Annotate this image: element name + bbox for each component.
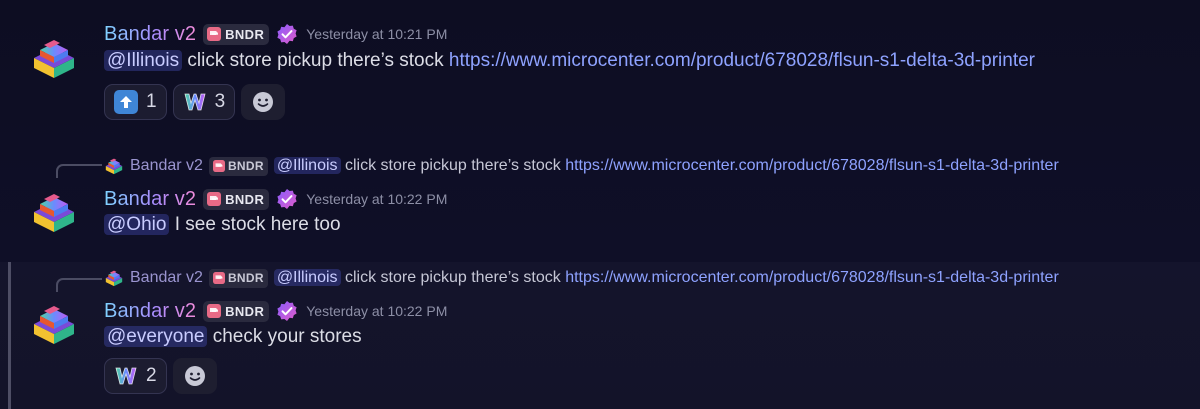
server-tag[interactable]: BNDR — [203, 300, 270, 322]
tag-icon — [207, 27, 221, 41]
w-logo-emoji-icon — [114, 364, 138, 388]
message-text: check your stores — [207, 326, 362, 347]
user-mention[interactable]: @Illinois — [104, 50, 183, 71]
message-text: click store pickup there’s stock — [182, 50, 449, 71]
reply-reference[interactable]: Bandar v2 BNDR @Illinois click store pic… — [104, 266, 1059, 290]
reply-tag-label: BNDR — [227, 159, 264, 173]
reply-link: https://www.microcenter.com/product/6780… — [565, 157, 1059, 174]
reply-avatar — [104, 269, 124, 287]
timestamp[interactable]: Yesterday at 10:21 PM — [306, 26, 447, 42]
tag-label: BNDR — [225, 303, 265, 319]
timestamp[interactable]: Yesterday at 10:22 PM — [306, 303, 447, 319]
reply-text: click store pickup there’s stock — [340, 157, 566, 174]
message-header: Bandar v2 BNDR Yesterday at 10:22 PM — [104, 298, 447, 324]
reaction-up-arrow[interactable]: 1 — [104, 84, 167, 120]
server-tag[interactable]: BNDR — [203, 188, 270, 210]
reply-text: click store pickup there’s stock — [340, 269, 566, 286]
reply-connector — [56, 164, 102, 178]
user-mention[interactable]: @Ohio — [104, 214, 170, 235]
author-avatar[interactable] — [30, 36, 78, 80]
add-reaction-button[interactable] — [241, 84, 286, 120]
reaction-count: 1 — [146, 91, 157, 112]
message-content: @Ohio I see stock here too — [104, 214, 341, 236]
timestamp[interactable]: Yesterday at 10:22 PM — [306, 191, 447, 207]
verified-badge-icon[interactable] — [276, 188, 298, 210]
tag-icon — [213, 160, 225, 172]
reaction-count: 2 — [146, 365, 157, 386]
message-link[interactable]: https://www.microcenter.com/product/6780… — [449, 50, 1035, 71]
author-name[interactable]: Bandar v2 — [104, 23, 196, 46]
smiley-icon — [251, 90, 275, 114]
reply-mention: @Illinois — [273, 269, 341, 286]
message-text: I see stock here too — [169, 214, 341, 235]
reactions-bar: 2 — [104, 358, 217, 394]
reply-tag-label: BNDR — [227, 271, 264, 285]
reply-link: https://www.microcenter.com/product/6780… — [565, 269, 1059, 286]
verified-badge-icon[interactable] — [276, 300, 298, 322]
tag-icon — [207, 304, 221, 318]
reaction-w-logo[interactable]: 2 — [104, 358, 167, 394]
reaction-count: 3 — [214, 91, 226, 112]
up-arrow-emoji-icon — [114, 90, 138, 114]
message-3[interactable]: Bandar v2 BNDR @Illinois click store pic… — [0, 262, 1200, 409]
author-name[interactable]: Bandar v2 — [104, 188, 196, 211]
tag-label: BNDR — [225, 191, 265, 207]
message-1[interactable]: Bandar v2 BNDR Yesterday at 10:21 PM @Il… — [0, 14, 1200, 126]
tag-icon — [213, 272, 225, 284]
author-name[interactable]: Bandar v2 — [104, 300, 196, 323]
reply-reference[interactable]: Bandar v2 BNDR @Illinois click store pic… — [104, 154, 1059, 178]
reply-connector — [56, 278, 102, 292]
reply-preview: @Illinois click store pickup there’s sto… — [273, 157, 1059, 175]
author-avatar[interactable] — [30, 302, 78, 346]
author-avatar[interactable] — [30, 190, 78, 234]
tag-label: BNDR — [225, 26, 265, 42]
tag-icon — [207, 192, 221, 206]
reply-server-tag: BNDR — [208, 268, 268, 288]
message-content: @Illinois click store pickup there’s sto… — [104, 50, 1035, 72]
reply-server-tag: BNDR — [208, 156, 268, 176]
w-logo-emoji-icon — [183, 90, 207, 114]
everyone-mention[interactable]: @everyone — [104, 326, 208, 347]
reply-mention: @Illinois — [273, 157, 341, 174]
verified-badge-icon[interactable] — [276, 23, 298, 45]
message-header: Bandar v2 BNDR Yesterday at 10:21 PM — [104, 21, 447, 47]
reaction-w-logo[interactable]: 3 — [172, 84, 236, 120]
reply-author-name[interactable]: Bandar v2 — [130, 269, 203, 287]
add-reaction-button[interactable] — [172, 358, 217, 394]
reply-preview: @Illinois click store pickup there’s sto… — [273, 269, 1059, 287]
message-header: Bandar v2 BNDR Yesterday at 10:22 PM — [104, 186, 447, 212]
server-tag[interactable]: BNDR — [203, 23, 270, 45]
reply-author-name[interactable]: Bandar v2 — [130, 157, 203, 175]
reactions-bar: 1 3 — [104, 84, 286, 120]
smiley-icon — [183, 364, 207, 388]
reply-avatar — [104, 157, 124, 175]
message-content: @everyone check your stores — [104, 326, 362, 348]
message-2[interactable]: Bandar v2 BNDR @Illinois click store pic… — [0, 148, 1200, 256]
